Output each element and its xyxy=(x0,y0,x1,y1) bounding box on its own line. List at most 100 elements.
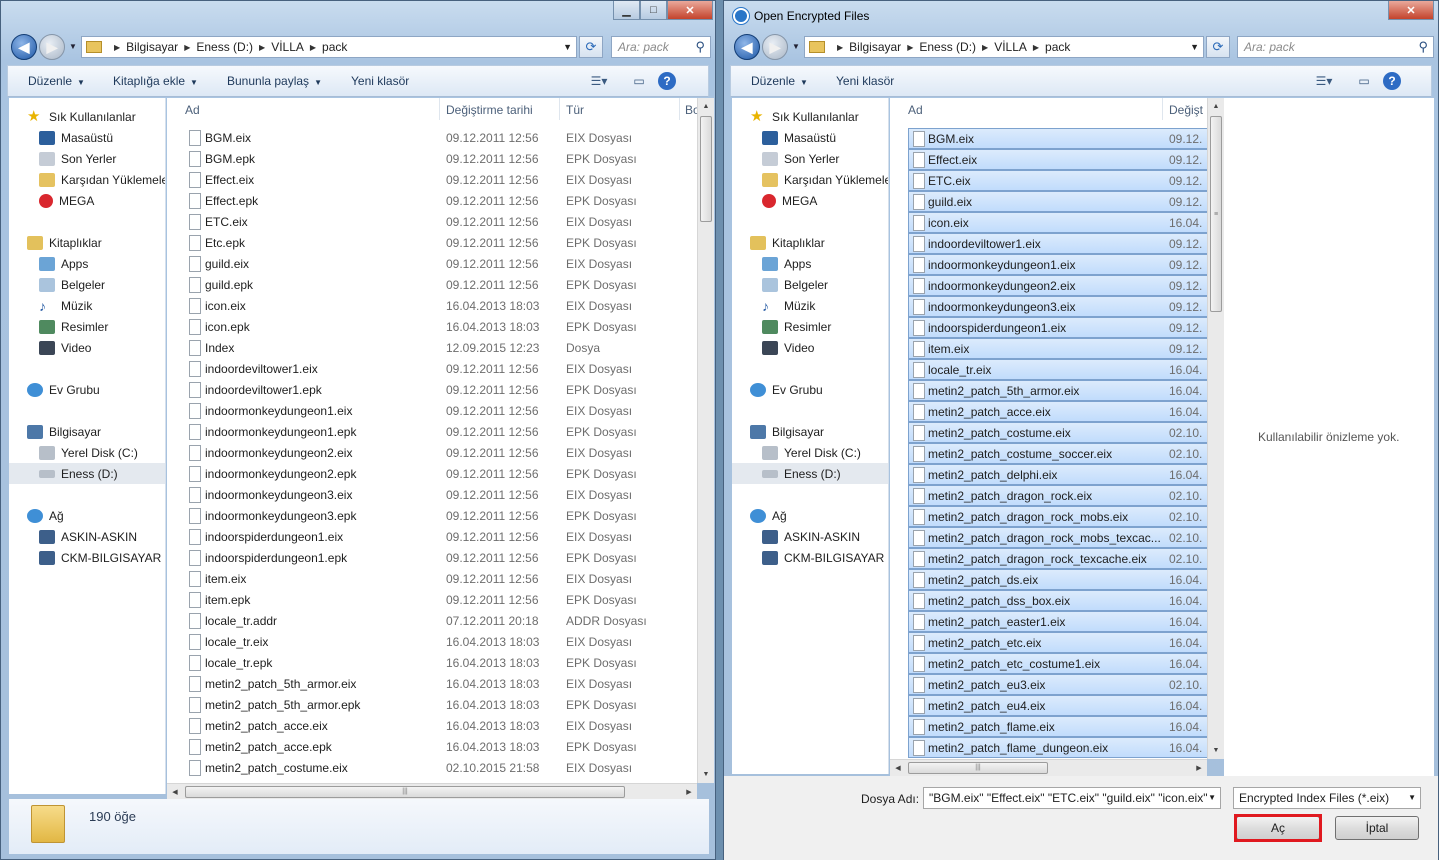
scroll-up-icon[interactable]: ▲ xyxy=(1208,98,1224,115)
file-row[interactable]: indoordeviltower1.epk 09.12.2011 12:56 EPK… xyxy=(185,380,685,401)
breadcrumb-villa[interactable]: VİLLA xyxy=(271,40,304,54)
nav-homegroup[interactable]: Ev Grubu xyxy=(9,379,165,400)
horizontal-scrollbar[interactable]: ◀ ||| ▶ xyxy=(890,759,1207,776)
nav-video[interactable]: Video xyxy=(732,337,888,358)
scroll-thumb[interactable] xyxy=(700,116,712,222)
selected-file-row[interactable]: metin2_patch_etc_costume1.eix 16.04. xyxy=(908,653,1207,674)
file-row[interactable]: metin2_patch_costume.eix 02.10.2015 21:58… xyxy=(185,758,685,779)
column-divider[interactable] xyxy=(439,98,440,120)
nav-pc-askin[interactable]: ASKIN-ASKIN xyxy=(9,526,165,547)
breadcrumb-villa[interactable]: VİLLA xyxy=(994,40,1027,54)
file-row[interactable]: Etc.epk 09.12.2011 12:56 EPK Dosyası xyxy=(185,233,685,254)
organize-menu[interactable]: Düzenle ▼ xyxy=(28,74,85,88)
file-row[interactable]: icon.epk 16.04.2013 18:03 EPK Dosyası xyxy=(185,317,685,338)
breadcrumb-pack[interactable]: pack xyxy=(322,40,347,54)
selected-file-row[interactable]: indoordeviltower1.eix 09.12. xyxy=(908,233,1207,254)
file-row[interactable]: Effect.eix 09.12.2011 12:56 EIX Dosyası xyxy=(185,170,685,191)
nav-video[interactable]: Video xyxy=(9,337,165,358)
selected-file-row[interactable]: metin2_patch_easter1.eix 16.04. xyxy=(908,611,1207,632)
selected-file-row[interactable]: metin2_patch_delphi.eix 16.04. xyxy=(908,464,1207,485)
search-input[interactable]: Ara: pack ⚲ xyxy=(611,36,711,58)
new-folder-button[interactable]: Yeni klasör xyxy=(351,74,409,88)
nav-eness-drive[interactable]: Eness (D:) xyxy=(9,463,165,484)
close-button[interactable]: ✕ xyxy=(1388,1,1434,20)
file-row[interactable]: indoordeviltower1.eix 09.12.2011 12:56 EIX… xyxy=(185,359,685,380)
title-bar[interactable]: ▁ □ ✕ xyxy=(1,1,715,31)
search-icon[interactable]: ⚲ xyxy=(1418,39,1428,55)
nav-mega[interactable]: MEGA xyxy=(9,190,165,211)
back-button[interactable]: ◀ xyxy=(734,34,760,60)
nav-downloads[interactable]: Karşıdan Yüklemeler xyxy=(732,169,888,190)
nav-music[interactable]: ♪ Müzik xyxy=(732,295,888,316)
selected-file-row[interactable]: Effect.eix 09.12. xyxy=(908,149,1207,170)
file-row[interactable]: guild.epk 09.12.2011 12:56 EPK Dosyası xyxy=(185,275,685,296)
file-row[interactable]: indoormonkeydungeon1.epk 09.12.2011 12:56… xyxy=(185,422,685,443)
file-row[interactable]: locale_tr.eix 16.04.2013 18:03 EIX Dosyası xyxy=(185,632,685,653)
file-row[interactable]: guild.eix 09.12.2011 12:56 EIX Dosyası xyxy=(185,254,685,275)
nav-pictures[interactable]: Resimler xyxy=(9,316,165,337)
selected-file-row[interactable]: guild.eix 09.12. xyxy=(908,191,1207,212)
help-icon[interactable]: ? xyxy=(1383,72,1401,90)
scroll-up-icon[interactable]: ▲ xyxy=(698,98,714,115)
selected-file-row[interactable]: indoorspiderdungeon1.eix 09.12. xyxy=(908,317,1207,338)
breadcrumb-drive[interactable]: Eness (D:) xyxy=(919,40,976,54)
scroll-thumb[interactable]: ≡ xyxy=(1210,116,1222,312)
file-row[interactable]: BGM.eix 09.12.2011 12:56 EIX Dosyası xyxy=(185,128,685,149)
scroll-right-icon[interactable]: ▶ xyxy=(1191,760,1207,776)
breadcrumb-computer[interactable]: Bilgisayar xyxy=(849,40,901,54)
nav-apps[interactable]: Apps xyxy=(732,253,888,274)
column-divider[interactable] xyxy=(679,98,680,120)
selected-file-row[interactable]: BGM.eix 09.12. xyxy=(908,128,1207,149)
selected-file-row[interactable]: locale_tr.eix 16.04. xyxy=(908,359,1207,380)
address-dropdown-icon[interactable]: ▼ xyxy=(563,42,572,52)
search-icon[interactable]: ⚲ xyxy=(695,39,705,55)
scroll-down-icon[interactable]: ▼ xyxy=(698,766,714,783)
preview-pane-icon[interactable]: ▭ xyxy=(630,72,648,90)
refresh-button[interactable]: ⟳ xyxy=(1206,36,1230,58)
nav-desktop[interactable]: Masaüstü xyxy=(732,127,888,148)
breadcrumb-drive[interactable]: Eness (D:) xyxy=(196,40,253,54)
nav-favorites[interactable]: ★ Sık Kullanılanlar xyxy=(732,106,888,127)
add-to-library-menu[interactable]: Kitaplığa ekle ▼ xyxy=(113,74,198,88)
back-button[interactable]: ◀ xyxy=(11,34,37,60)
selected-file-row[interactable]: metin2_patch_flame_dungeon.eix 16.04. xyxy=(908,737,1207,758)
scroll-left-icon[interactable]: ◀ xyxy=(890,760,906,776)
filename-input[interactable]: "BGM.eix" "Effect.eix" "ETC.eix" "guild.… xyxy=(923,787,1221,809)
selected-file-row[interactable]: metin2_patch_costume.eix 02.10. xyxy=(908,422,1207,443)
nav-music[interactable]: ♪ Müzik xyxy=(9,295,165,316)
address-bar[interactable]: ▶ Bilgisayar ▶ Eness (D:) ▶ VİLLA ▶ pack… xyxy=(81,36,577,58)
file-row[interactable]: item.epk 09.12.2011 12:56 EPK Dosyası xyxy=(185,590,685,611)
nav-computer[interactable]: Bilgisayar xyxy=(732,421,888,442)
selected-file-row[interactable]: metin2_patch_5th_armor.eix 16.04. xyxy=(908,380,1207,401)
title-bar[interactable]: Open Encrypted Files ✕ xyxy=(724,1,1438,31)
selected-file-row[interactable]: metin2_patch_dragon_rock_mobs.eix 02.10. xyxy=(908,506,1207,527)
dropdown-arrow-icon[interactable]: ▼ xyxy=(1408,793,1416,802)
selected-file-row[interactable]: metin2_patch_dragon_rock.eix 02.10. xyxy=(908,485,1207,506)
breadcrumb-pack[interactable]: pack xyxy=(1045,40,1070,54)
address-bar[interactable]: ▶ Bilgisayar ▶ Eness (D:) ▶ VİLLA ▶ pack… xyxy=(804,36,1204,58)
file-row[interactable]: Index 12.09.2015 12:23 Dosya xyxy=(185,338,685,359)
forward-button[interactable]: ▶ xyxy=(762,34,788,60)
view-options-icon[interactable]: ☰▾ xyxy=(590,72,608,90)
minimize-button[interactable]: ▁ xyxy=(613,1,640,20)
dropdown-arrow-icon[interactable]: ▼ xyxy=(1208,793,1216,802)
selected-file-row[interactable]: item.eix 09.12. xyxy=(908,338,1207,359)
column-name[interactable]: Ad xyxy=(185,103,200,117)
selected-file-row[interactable]: metin2_patch_dragon_rock_mobs_texcac... 0… xyxy=(908,527,1207,548)
nav-network[interactable]: Ağ xyxy=(9,505,165,526)
file-row[interactable]: metin2_patch_5th_armor.eix 16.04.2013 18:… xyxy=(185,674,685,695)
view-options-icon[interactable]: ☰▾ xyxy=(1315,72,1333,90)
selected-file-row[interactable]: metin2_patch_ds.eix 16.04. xyxy=(908,569,1207,590)
nav-pc-ckm[interactable]: CKM-BILGISAYAR xyxy=(732,547,888,568)
nav-desktop[interactable]: Masaüstü xyxy=(9,127,165,148)
nav-libraries[interactable]: Kitaplıklar xyxy=(732,232,888,253)
nav-local-disk[interactable]: Yerel Disk (C:) xyxy=(732,442,888,463)
history-dropdown[interactable]: ▼ xyxy=(792,42,800,51)
nav-pc-askin[interactable]: ASKIN-ASKIN xyxy=(732,526,888,547)
file-row[interactable]: indoormonkeydungeon2.epk 09.12.2011 12:56… xyxy=(185,464,685,485)
vertical-scrollbar[interactable]: ▲ ≡ ▼ xyxy=(1207,98,1224,759)
column-type[interactable]: Tür xyxy=(566,103,584,117)
selected-file-row[interactable]: metin2_patch_flame.eix 16.04. xyxy=(908,716,1207,737)
scroll-thumb[interactable]: ||| xyxy=(908,762,1048,774)
selected-file-row[interactable]: metin2_patch_costume_soccer.eix 02.10. xyxy=(908,443,1207,464)
